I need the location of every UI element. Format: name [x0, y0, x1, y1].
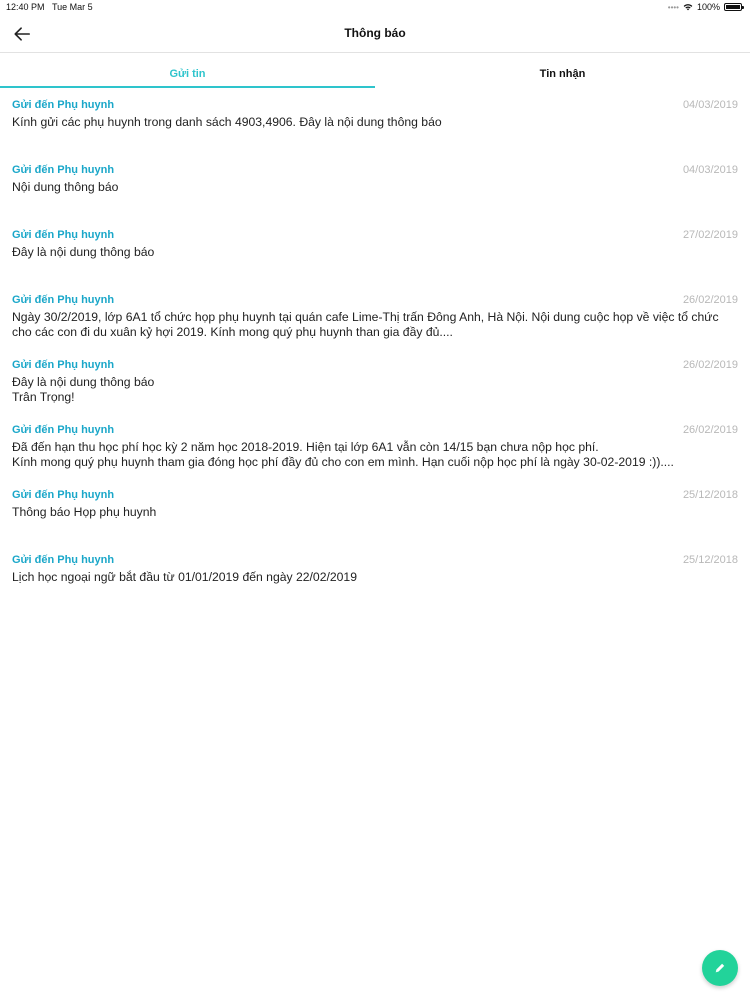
pencil-icon [715, 963, 725, 973]
notification-recipient: Gửi đến Phụ huynh [12, 554, 115, 566]
notification-content: Đã đến hạn thu học phí học kỳ 2 năm học … [12, 440, 674, 469]
wifi-icon [683, 4, 693, 11]
signal-icon: •••• [667, 2, 679, 12]
battery-fill [726, 5, 740, 9]
notification-recipient: Gửi đến Phụ huynh [12, 229, 115, 241]
notification-item[interactable]: Gửi đến Phụ huynh 04/03/2019 Kính gửi các … [0, 92, 750, 157]
notification-recipient: Gửi đến Phụ huynh [12, 164, 115, 176]
tab-received[interactable]: Tin nhận [375, 53, 750, 88]
notification-recipient: Gửi đến Phụ huynh [12, 359, 115, 371]
notification-content: Kính gửi các phụ huynh trong danh sách 4… [12, 115, 442, 129]
notification-date: 25/12/2018 [682, 554, 738, 566]
notification-date: 26/02/2019 [682, 359, 738, 371]
notification-content: Ngày 30/2/2019, lớp 6A1 tổ chức họp phụ … [12, 310, 719, 339]
notification-item[interactable]: Gửi đến Phụ huynh 25/12/2018 Thông báo Họp… [0, 482, 750, 547]
notification-date: 04/03/2019 [682, 99, 738, 111]
tab-bar: Gửi tin Tin nhận [0, 53, 750, 88]
notification-list: Gửi đến Phụ huynh 04/03/2019 Kính gửi các … [0, 92, 750, 612]
notification-content: Thông báo Họp phụ huynh [12, 505, 157, 519]
notification-date: 26/02/2019 [682, 424, 738, 436]
notification-item[interactable]: Gửi đến Phụ huynh 26/02/2019 Đây là nội du… [0, 352, 750, 417]
status-time: 12:40 PM [6, 2, 45, 12]
notification-content: Đây là nội dung thông báo Trân Trọng! [12, 375, 155, 404]
notification-date: 04/03/2019 [682, 164, 738, 176]
status-date: Tue Mar 5 [52, 2, 93, 12]
notification-recipient: Gửi đến Phụ huynh [12, 489, 115, 501]
notification-content: Đây là nội dung thông báo [12, 245, 155, 259]
battery-percent: 100% [696, 2, 720, 12]
notification-recipient: Gửi đến Phụ huynh [12, 424, 115, 436]
status-bar: 12:40 PM Tue Mar 5 •••• 100% [0, 0, 750, 16]
notification-recipient: Gửi đến Phụ huynh [12, 294, 115, 306]
notification-content: Nội dung thông báo [12, 180, 119, 194]
notification-item[interactable]: Gửi đến Phụ huynh 26/02/2019 Đã đến hạn th… [0, 417, 750, 482]
notification-content: Lịch học ngoại ngữ bắt đầu từ 01/01/2019… [12, 570, 357, 584]
notification-item[interactable]: Gửi đến Phụ huynh 26/02/2019 Ngày 30/2/201… [0, 287, 750, 352]
notification-recipient: Gửi đến Phụ huynh [12, 99, 115, 111]
notification-item[interactable]: Gửi đến Phụ huynh 04/03/2019 Nội dung thôn… [0, 157, 750, 222]
compose-button[interactable] [702, 950, 738, 986]
page-title: Thông báo [344, 26, 406, 40]
notification-date: 26/02/2019 [682, 294, 738, 306]
notification-item[interactable]: Gửi đến Phụ huynh 25/12/2018 Lịch học ngoạ… [0, 547, 750, 612]
status-right: •••• 100% [667, 2, 744, 12]
notification-date: 27/02/2019 [682, 229, 738, 241]
nav-bar: Thông báo [0, 16, 750, 53]
battery-icon [724, 3, 744, 11]
tab-sent[interactable]: Gửi tin [0, 53, 375, 88]
notification-date: 25/12/2018 [682, 489, 738, 501]
notification-item[interactable]: Gửi đến Phụ huynh 27/02/2019 Đây là nội du… [0, 222, 750, 287]
